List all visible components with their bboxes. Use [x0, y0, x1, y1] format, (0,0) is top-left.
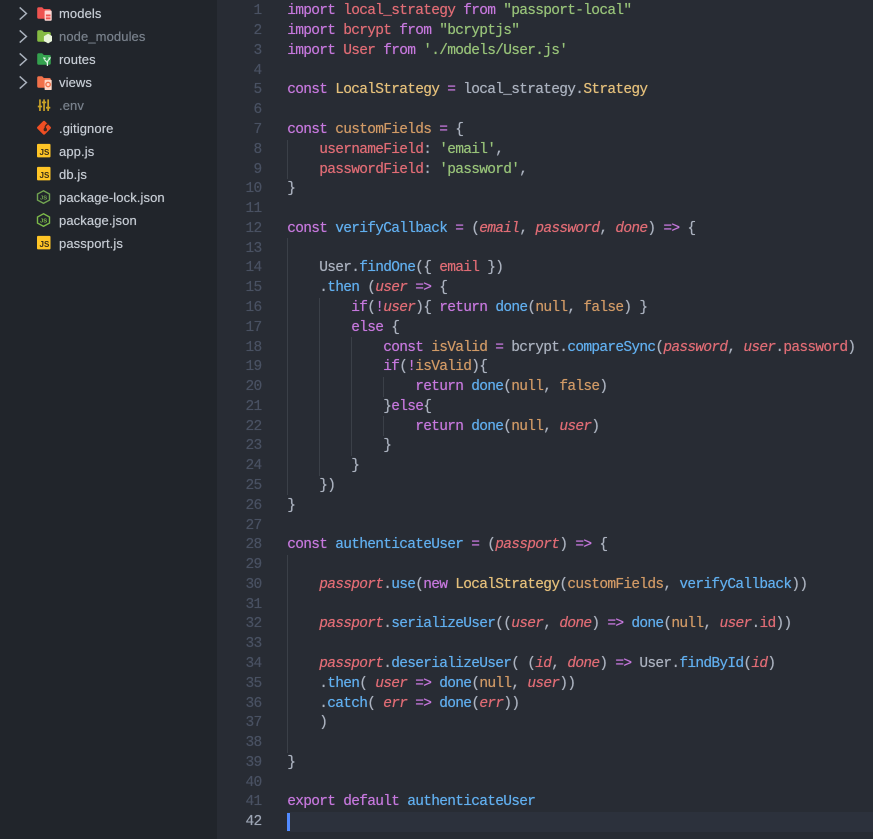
svg-text:JS: JS	[40, 195, 47, 201]
svg-text:JS: JS	[40, 218, 47, 224]
svg-text:JS: JS	[40, 240, 50, 249]
svg-text:JS: JS	[40, 171, 50, 180]
svg-text:JS: JS	[40, 148, 50, 157]
